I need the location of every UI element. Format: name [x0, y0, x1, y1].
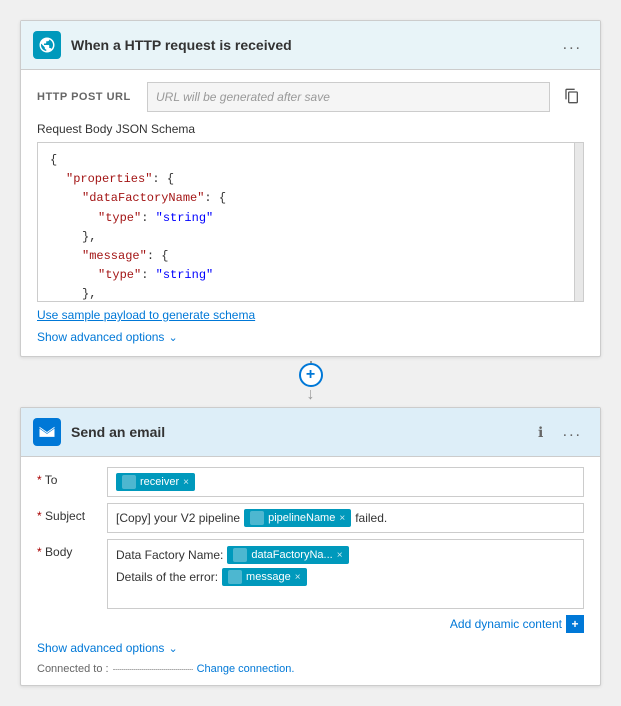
schema-label: Request Body JSON Schema	[37, 122, 584, 136]
pipeline-name-token-remove[interactable]: ×	[339, 513, 345, 524]
body-line1-prefix: Data Factory Name:	[116, 548, 223, 562]
body-label: Body	[37, 539, 97, 559]
post-url-input[interactable]: URL will be generated after save	[147, 82, 550, 112]
code-line-2: "properties": {	[50, 170, 571, 189]
email-show-advanced[interactable]: Show advanced options ⌄	[37, 641, 584, 655]
subject-label: Subject	[37, 503, 97, 523]
http-trigger-icon	[33, 31, 61, 59]
receiver-token-label: receiver	[140, 476, 179, 488]
receiver-token: receiver ×	[116, 473, 195, 491]
post-url-label: HTTP POST URL	[37, 91, 137, 103]
data-factory-name-token-remove[interactable]: ×	[337, 550, 343, 561]
http-card-body: HTTP POST URL URL will be generated afte…	[21, 70, 600, 356]
http-show-advanced[interactable]: Show advanced options ⌄	[37, 330, 584, 344]
code-line-4: "type": "string"	[50, 209, 571, 228]
copy-url-button[interactable]	[560, 86, 584, 109]
post-url-row: HTTP POST URL URL will be generated afte…	[37, 82, 584, 112]
office365-icon	[33, 418, 61, 446]
data-factory-name-token: dataFactoryNa... ×	[227, 546, 348, 564]
data-factory-name-token-label: dataFactoryNa...	[251, 549, 332, 561]
subject-suffix: failed.	[355, 511, 387, 525]
code-line-1: {	[50, 151, 571, 170]
pipeline-name-token-icon	[250, 511, 264, 525]
post-url-placeholder: URL will be generated after save	[156, 90, 330, 104]
connected-to-label: Connected to :	[37, 663, 109, 675]
http-request-card: When a HTTP request is received ... HTTP…	[20, 20, 601, 357]
copy-icon	[564, 88, 580, 104]
change-connection-link[interactable]: Change connection.	[197, 663, 295, 675]
http-card-header: When a HTTP request is received ...	[21, 21, 600, 70]
code-line-5: },	[50, 228, 571, 247]
email-card: Send an email ℹ ... To receiver ×	[20, 407, 601, 686]
connector: + ↓	[20, 357, 601, 407]
pipeline-name-token: pipelineName ×	[244, 509, 351, 527]
add-step-button[interactable]: +	[299, 363, 323, 387]
to-label: To	[37, 467, 97, 487]
body-input[interactable]: Data Factory Name: dataFactoryNa... × De…	[107, 539, 584, 609]
message-token: message ×	[222, 568, 306, 586]
add-dynamic-link[interactable]: Add dynamic content	[450, 617, 562, 631]
main-container: When a HTTP request is received ... HTTP…	[20, 20, 601, 686]
http-card-title: When a HTTP request is received	[71, 37, 547, 53]
email-header-actions: ℹ ...	[531, 421, 588, 443]
sample-payload-link[interactable]: Use sample payload to generate schema	[37, 308, 255, 322]
message-token-label: message	[246, 571, 291, 583]
http-show-advanced-label: Show advanced options	[37, 330, 164, 344]
http-chevron-icon: ⌄	[168, 331, 177, 344]
email-show-advanced-label: Show advanced options	[37, 641, 164, 655]
code-line-6: "message": {	[50, 247, 571, 266]
code-line-7: "type": "string"	[50, 266, 571, 285]
data-factory-name-token-icon	[233, 548, 247, 562]
body-line2-prefix: Details of the error:	[116, 570, 218, 584]
connected-to-row: Connected to : Change connection.	[37, 663, 584, 675]
email-card-title: Send an email	[71, 424, 521, 440]
add-dynamic-plus-button[interactable]: +	[566, 615, 584, 633]
code-line-3: "dataFactoryName": {	[50, 189, 571, 208]
email-info-button[interactable]: ℹ	[531, 422, 551, 442]
body-line-1: Data Factory Name: dataFactoryNa... ×	[116, 546, 575, 564]
http-more-button[interactable]: ...	[557, 34, 588, 56]
message-token-icon	[228, 570, 242, 584]
receiver-token-icon	[122, 475, 136, 489]
receiver-token-remove[interactable]: ×	[183, 477, 189, 488]
code-line-8: },	[50, 285, 571, 302]
http-icon-svg	[38, 36, 56, 54]
add-dynamic-row: Add dynamic content +	[37, 615, 584, 633]
body-field-row: Body Data Factory Name: dataFactoryNa...…	[37, 539, 584, 609]
to-input[interactable]: receiver ×	[107, 467, 584, 497]
pipeline-name-token-label: pipelineName	[268, 512, 335, 524]
email-more-button[interactable]: ...	[557, 421, 588, 443]
subject-prefix: [Copy] your V2 pipeline	[116, 511, 240, 525]
subject-input[interactable]: [Copy] your V2 pipeline pipelineName × f…	[107, 503, 584, 533]
to-field-row: To receiver ×	[37, 467, 584, 497]
connector-arrow-icon: ↓	[307, 387, 315, 403]
subject-field-row: Subject [Copy] your V2 pipeline pipeline…	[37, 503, 584, 533]
json-schema-editor[interactable]: { "properties": { "dataFactoryName": { "…	[37, 142, 584, 302]
message-token-remove[interactable]: ×	[295, 572, 301, 583]
email-card-header: Send an email ℹ ...	[21, 408, 600, 457]
connection-line	[113, 669, 193, 670]
office365-icon-svg	[38, 423, 56, 441]
body-line-2: Details of the error: message ×	[116, 568, 575, 586]
email-chevron-icon: ⌄	[168, 642, 177, 655]
email-card-body: To receiver × Subject [Copy] your V2 pip…	[21, 457, 600, 685]
